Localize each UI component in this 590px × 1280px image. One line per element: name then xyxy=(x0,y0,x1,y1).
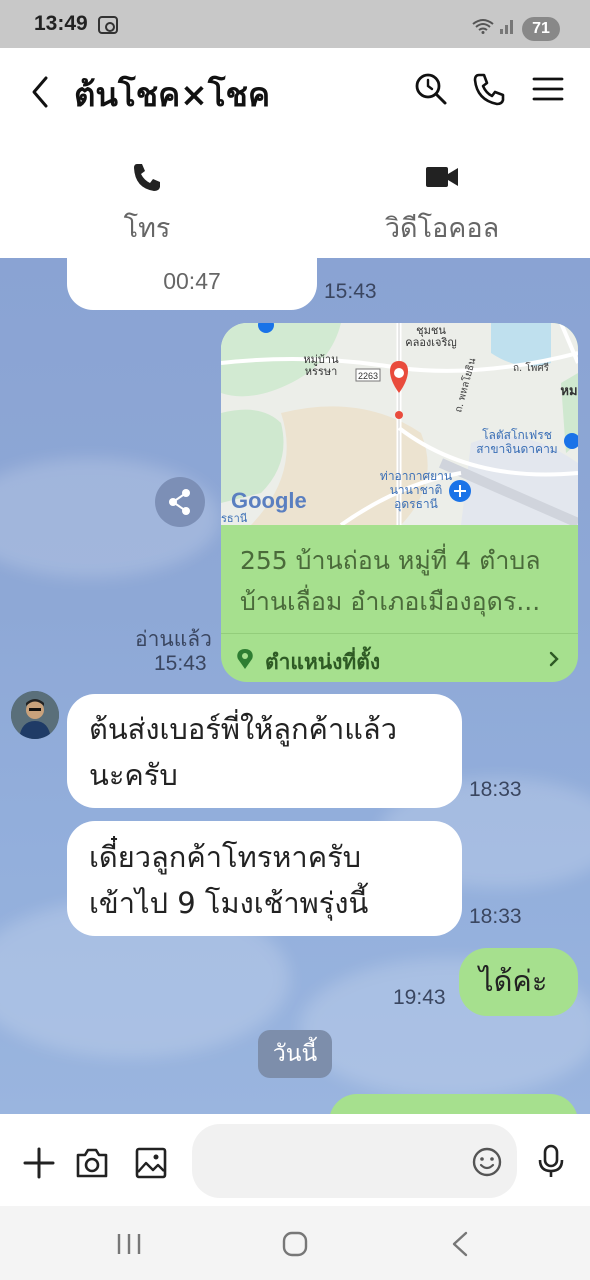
incoming-message[interactable]: ต้นส่งเบอร์พี่ให้ลูกค้าแล้ว นะครับ xyxy=(67,694,462,808)
map-label: นานาชาติ xyxy=(390,483,443,497)
status-time: 13:49 xyxy=(34,12,88,35)
message-time: 19:43 xyxy=(393,986,446,1009)
map-road-number: 2263 xyxy=(358,371,378,381)
map-label: โลตัสโกเฟรช xyxy=(482,428,552,442)
message-input[interactable] xyxy=(212,1142,452,1178)
video-call-label: วิดีโอคอล xyxy=(384,213,500,244)
camera-icon[interactable] xyxy=(75,1146,109,1180)
phone-icon[interactable] xyxy=(472,72,506,106)
message-text: เดี๋ยวลูกค้าโทรหาครับ xyxy=(89,840,362,874)
location-footer-label: ตำแหน่งที่ตั้ง xyxy=(265,650,381,674)
date-separator: วันนี้ xyxy=(258,1030,332,1078)
recent-apps-icon[interactable] xyxy=(116,1232,142,1256)
image-icon[interactable] xyxy=(134,1146,168,1180)
screenshot-icon xyxy=(98,16,118,34)
voice-call-label: โทร xyxy=(123,213,171,244)
incoming-message[interactable]: เดี๋ยวลูกค้าโทรหาครับ เข้าไป 9 โมงเช้าพร… xyxy=(67,821,462,936)
message-input-bar xyxy=(0,1114,590,1206)
call-record-bubble[interactable]: 00:47 xyxy=(67,258,317,310)
back-nav-icon[interactable] xyxy=(450,1231,470,1257)
map-label: ท่าอากาศยาน xyxy=(380,469,452,483)
chat-header: ต้นโชค×โชค xyxy=(0,48,590,136)
mic-icon[interactable] xyxy=(534,1144,568,1178)
voice-call-button[interactable]: โทร xyxy=(47,162,247,249)
location-pin-icon xyxy=(237,649,253,669)
emoji-icon[interactable] xyxy=(471,1146,503,1178)
battery-indicator: 71 xyxy=(522,17,560,41)
location-message-card[interactable]: 2263 หมู่บ้าน หรรษา ชุมชน คลองเจริญ ถ. โ… xyxy=(221,323,578,682)
share-button[interactable] xyxy=(155,477,205,527)
phone-icon xyxy=(134,164,160,191)
outgoing-message-partial[interactable] xyxy=(329,1094,578,1114)
video-camera-icon xyxy=(426,167,458,187)
chevron-right-icon xyxy=(549,651,559,667)
video-call-button[interactable]: วิดีโอคอล xyxy=(342,162,542,249)
home-icon[interactable] xyxy=(282,1231,308,1257)
map-label: สาขาจินดาคาม xyxy=(476,442,557,456)
system-navigation-bar xyxy=(0,1206,590,1280)
map-label: อุดรธานี xyxy=(394,497,438,512)
avatar[interactable] xyxy=(11,691,59,739)
map-label: คลองเจริญ xyxy=(405,336,457,349)
outgoing-message[interactable]: ได้ค่ะ xyxy=(459,948,578,1016)
location-address: 255 บ้านถ่อน หมู่ที่ 4 ตำบล บ้านเลื่อม อ… xyxy=(240,546,541,616)
plus-icon[interactable] xyxy=(22,1146,56,1180)
chat-area[interactable]: 00:47 15:43 2263 หมู่บ้าน หรรษา ชุมชน คล… xyxy=(0,258,590,1114)
menu-icon[interactable] xyxy=(531,72,565,106)
message-time: 18:33 xyxy=(469,778,522,801)
message-input-field[interactable] xyxy=(192,1124,517,1198)
message-text: เข้าไป 9 โมงเช้าพรุ่งนี้ xyxy=(89,886,369,920)
map-label: หรรษา xyxy=(305,365,338,378)
signal-icon xyxy=(500,20,513,34)
chat-title[interactable]: ต้นโชค×โชค xyxy=(74,68,270,121)
message-text: ได้ค่ะ xyxy=(479,964,548,998)
location-footer[interactable]: ตำแหน่งที่ตั้ง xyxy=(221,633,578,682)
message-text: ต้นส่งเบอร์พี่ให้ลูกค้าแล้ว xyxy=(89,712,397,746)
message-time: 15:43 xyxy=(154,652,207,675)
message-time: 15:43 xyxy=(324,280,377,303)
map-thumbnail[interactable]: 2263 หมู่บ้าน หรรษา ชุมชน คลองเจริญ ถ. โ… xyxy=(221,323,578,525)
share-icon xyxy=(169,489,190,515)
wifi-icon xyxy=(472,19,494,34)
search-icon[interactable] xyxy=(414,72,448,106)
map-label: รธานี xyxy=(221,512,248,525)
google-logo: Google xyxy=(231,488,307,513)
status-bar: 13:49 71 xyxy=(0,0,590,48)
message-time: 18:33 xyxy=(469,905,522,928)
map-label: ถ. โพศรี xyxy=(513,361,550,374)
map-label: หม xyxy=(560,384,577,399)
call-strip: โทร วิดีโอคอล xyxy=(0,136,590,258)
message-text: นะครับ xyxy=(89,758,178,792)
back-icon[interactable] xyxy=(26,72,56,112)
call-duration: 00:47 xyxy=(163,268,221,294)
